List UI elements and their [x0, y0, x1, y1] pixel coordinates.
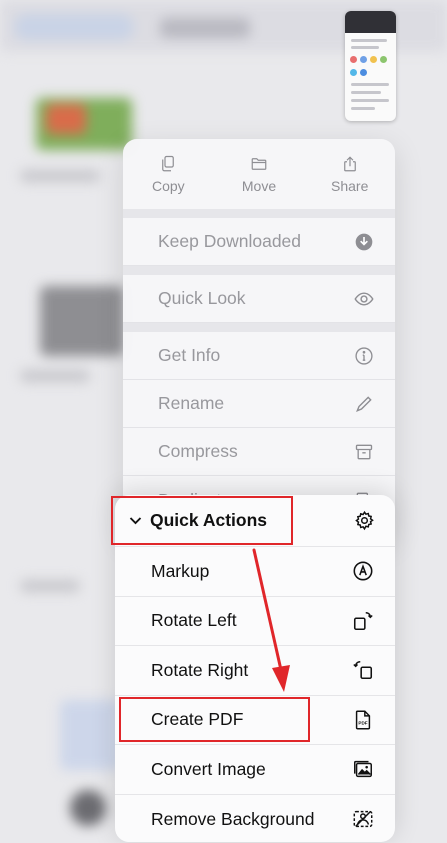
annotation-highlight-quick-actions	[111, 496, 293, 545]
quick-action-label: Remove Background	[151, 808, 315, 829]
context-menu: Copy Move Share Keep Downloaded Quick Lo…	[123, 139, 395, 539]
share-button[interactable]: Share	[304, 139, 395, 209]
eye-icon	[353, 288, 375, 310]
quick-action-label: Rotate Right	[151, 659, 249, 680]
remove-background-icon	[351, 807, 375, 831]
quick-action-label: Rotate Left	[151, 610, 237, 631]
rotate-left-icon	[351, 609, 375, 633]
quick-action-remove-background[interactable]: Remove Background	[115, 795, 395, 843]
background-search-bar	[14, 14, 134, 40]
thumbnail-line	[351, 39, 387, 42]
convert-image-icon	[351, 757, 375, 781]
info-icon	[353, 345, 375, 367]
thumbnail-dot	[350, 56, 357, 63]
gear-icon[interactable]	[353, 510, 375, 532]
copy-button[interactable]: Copy	[123, 139, 214, 209]
annotation-highlight-create-pdf	[119, 697, 310, 742]
move-button[interactable]: Move	[214, 139, 305, 209]
markup-icon	[351, 559, 375, 583]
quick-action-rotate-left[interactable]: Rotate Left	[115, 597, 395, 646]
background-text-row	[20, 580, 80, 592]
menu-item-label: Rename	[158, 393, 225, 413]
pencil-icon	[353, 393, 375, 415]
quick-action-convert-image[interactable]: Convert Image	[115, 745, 395, 795]
background-document	[60, 700, 120, 770]
file-preview-thumbnail[interactable]	[345, 11, 396, 121]
context-menu-top-actions: Copy Move Share	[123, 139, 395, 209]
download-circle-icon	[353, 231, 375, 253]
menu-item-quick-look[interactable]: Quick Look	[123, 275, 395, 323]
thumbnail-dot	[380, 56, 387, 63]
thumbnail-line	[351, 83, 389, 86]
move-label: Move	[241, 177, 277, 194]
pdf-document-icon: PDF	[351, 708, 375, 732]
share-icon	[343, 155, 356, 171]
background-avatar	[70, 790, 106, 826]
background-photo	[40, 286, 124, 356]
menu-item-label: Quick Look	[158, 288, 246, 308]
archive-box-icon	[353, 441, 375, 463]
background-thumbnail-detail	[46, 104, 86, 134]
thumbnail-line	[351, 46, 379, 49]
menu-item-label: Compress	[158, 441, 238, 461]
menu-item-compress[interactable]: Compress	[123, 428, 395, 476]
background-title	[160, 18, 250, 38]
copy-icon	[162, 155, 175, 171]
menu-group-separator	[123, 209, 395, 218]
svg-text:PDF: PDF	[358, 720, 367, 725]
background-text-row	[20, 370, 90, 382]
thumbnail-dot	[350, 69, 357, 76]
folder-icon	[251, 157, 267, 170]
menu-item-keep-downloaded[interactable]: Keep Downloaded	[123, 218, 395, 266]
rotate-right-icon	[351, 658, 375, 682]
quick-actions-submenu: Quick Actions Markup Rotate Left Rotate …	[115, 495, 395, 842]
menu-group-separator	[123, 323, 395, 332]
quick-action-markup[interactable]: Markup	[115, 547, 395, 597]
quick-action-rotate-right[interactable]: Rotate Right	[115, 646, 395, 696]
menu-item-label: Get Info	[158, 345, 221, 365]
thumbnail-line	[351, 107, 375, 110]
quick-action-label: Markup	[151, 560, 210, 581]
menu-item-label: Keep Downloaded	[158, 231, 302, 251]
quick-action-label: Convert Image	[151, 758, 266, 779]
copy-label: Copy	[151, 177, 185, 194]
thumbnail-dot	[360, 69, 367, 76]
thumbnail-header	[345, 11, 396, 33]
thumbnail-line	[351, 91, 381, 94]
thumbnail-dot	[370, 56, 377, 63]
thumbnail-line	[351, 99, 389, 102]
thumbnail-dot	[360, 56, 367, 63]
share-label: Share	[331, 177, 369, 194]
menu-group-separator	[123, 266, 395, 275]
background-text-row	[20, 170, 100, 182]
menu-item-get-info[interactable]: Get Info	[123, 332, 395, 380]
menu-item-rename[interactable]: Rename	[123, 380, 395, 428]
